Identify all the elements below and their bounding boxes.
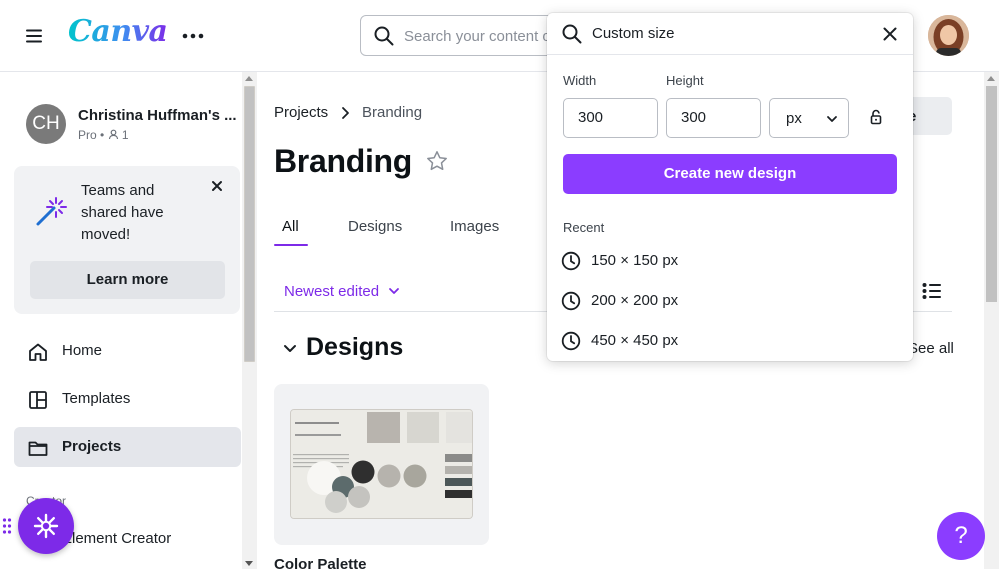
account-name[interactable]: Christina Huffman's ... bbox=[78, 107, 237, 124]
clock-icon bbox=[561, 291, 581, 311]
close-icon[interactable] bbox=[210, 179, 224, 193]
search-value: Custom size bbox=[592, 25, 675, 42]
star-icon[interactable] bbox=[425, 149, 449, 173]
scroll-up-arrow[interactable] bbox=[987, 76, 995, 81]
sort-dropdown[interactable]: Newest edited bbox=[284, 283, 379, 300]
promo-text: Teams and shared have moved! bbox=[81, 182, 164, 243]
sidebar-item-home[interactable]: Home bbox=[14, 331, 241, 371]
clock-icon bbox=[561, 331, 581, 351]
search-icon bbox=[373, 25, 395, 47]
height-input[interactable]: 300 bbox=[666, 98, 761, 138]
design-card[interactable] bbox=[274, 384, 489, 545]
sidebar-scrollbar[interactable] bbox=[242, 72, 257, 569]
folder-icon bbox=[27, 437, 49, 459]
list-view-icon[interactable] bbox=[922, 282, 942, 300]
account-members: 1 bbox=[121, 128, 129, 142]
teams-promo-card: Teams and shared have moved! Learn more bbox=[14, 166, 240, 314]
recent-size-item[interactable]: 200 × 200 px bbox=[561, 285, 897, 317]
design-card-title[interactable]: Color Palette bbox=[274, 556, 367, 573]
see-all-link[interactable]: See all bbox=[908, 340, 954, 357]
breadcrumb-projects[interactable]: Projects bbox=[274, 104, 328, 121]
tab-images[interactable]: Images bbox=[450, 218, 499, 235]
height-label: Height bbox=[666, 73, 704, 88]
sidebar-item-label: Templates bbox=[62, 390, 131, 407]
templates-icon bbox=[27, 389, 49, 411]
account-plan: Pro bbox=[78, 128, 97, 142]
account-meta: Pro • 1 bbox=[78, 128, 129, 142]
lock-icon[interactable] bbox=[869, 108, 883, 126]
user-avatar[interactable] bbox=[928, 15, 969, 56]
help-button[interactable]: ? bbox=[937, 512, 985, 560]
chevron-down-icon[interactable] bbox=[282, 342, 298, 356]
width-label: Width bbox=[563, 73, 597, 88]
drag-handle-icon[interactable] bbox=[2, 517, 12, 535]
recent-label: Recent bbox=[563, 220, 605, 235]
recent-size-label: 450 × 450 px bbox=[591, 332, 679, 349]
page-title: Branding bbox=[274, 143, 413, 179]
recent-size-item[interactable]: 450 × 450 px bbox=[561, 325, 897, 357]
chevron-down-icon[interactable] bbox=[388, 286, 400, 296]
scrollbar-thumb[interactable] bbox=[244, 86, 255, 362]
separator-dot: • bbox=[100, 128, 108, 142]
unit-select[interactable]: px bbox=[769, 98, 849, 138]
scroll-down-arrow[interactable] bbox=[245, 561, 253, 566]
clock-icon bbox=[561, 251, 581, 271]
tab-designs[interactable]: Designs bbox=[348, 218, 402, 235]
recent-size-label: 200 × 200 px bbox=[591, 292, 679, 309]
sidebar-item-label: Projects bbox=[62, 438, 122, 455]
search-icon bbox=[561, 23, 583, 45]
scrollbar-thumb[interactable] bbox=[986, 86, 997, 302]
create-new-design-button[interactable]: Create new design bbox=[563, 154, 897, 194]
canva-logo[interactable]: Canva bbox=[68, 14, 168, 49]
custom-size-dropdown: Custom size Width Height 300 300 px Crea… bbox=[547, 13, 913, 361]
design-thumbnail bbox=[290, 409, 473, 519]
magic-wand-icon bbox=[34, 194, 68, 228]
breadcrumb-current: Branding bbox=[362, 104, 423, 121]
recent-size-item[interactable]: 150 × 150 px bbox=[561, 245, 897, 277]
home-icon bbox=[27, 341, 49, 363]
close-icon[interactable] bbox=[882, 26, 898, 42]
magic-assistant-button[interactable] bbox=[18, 498, 74, 554]
members-icon bbox=[108, 129, 119, 140]
sidebar-item-element-creator[interactable]: Element Creator bbox=[62, 530, 171, 547]
main-scrollbar[interactable] bbox=[984, 72, 999, 569]
active-tab-indicator bbox=[274, 244, 308, 246]
section-title: Designs bbox=[306, 333, 404, 361]
sidebar-item-projects[interactable]: Projects bbox=[14, 427, 241, 467]
custom-size-search-input[interactable]: Custom size bbox=[547, 13, 913, 55]
sidebar-item-templates[interactable]: Templates bbox=[14, 379, 241, 419]
unit-value: px bbox=[786, 110, 802, 127]
chevron-right-icon bbox=[339, 106, 351, 120]
account-avatar[interactable]: CH bbox=[26, 104, 66, 144]
chevron-down-icon bbox=[826, 114, 838, 124]
hamburger-icon[interactable] bbox=[22, 24, 46, 48]
more-icon[interactable] bbox=[180, 24, 206, 48]
scroll-up-arrow[interactable] bbox=[245, 76, 253, 81]
learn-more-button[interactable]: Learn more bbox=[30, 261, 225, 299]
width-input[interactable]: 300 bbox=[563, 98, 658, 138]
sidebar-item-label: Home bbox=[62, 342, 103, 359]
recent-size-label: 150 × 150 px bbox=[591, 252, 679, 269]
tab-all[interactable]: All bbox=[282, 218, 299, 235]
search-placeholder: Search your content o bbox=[404, 28, 551, 45]
